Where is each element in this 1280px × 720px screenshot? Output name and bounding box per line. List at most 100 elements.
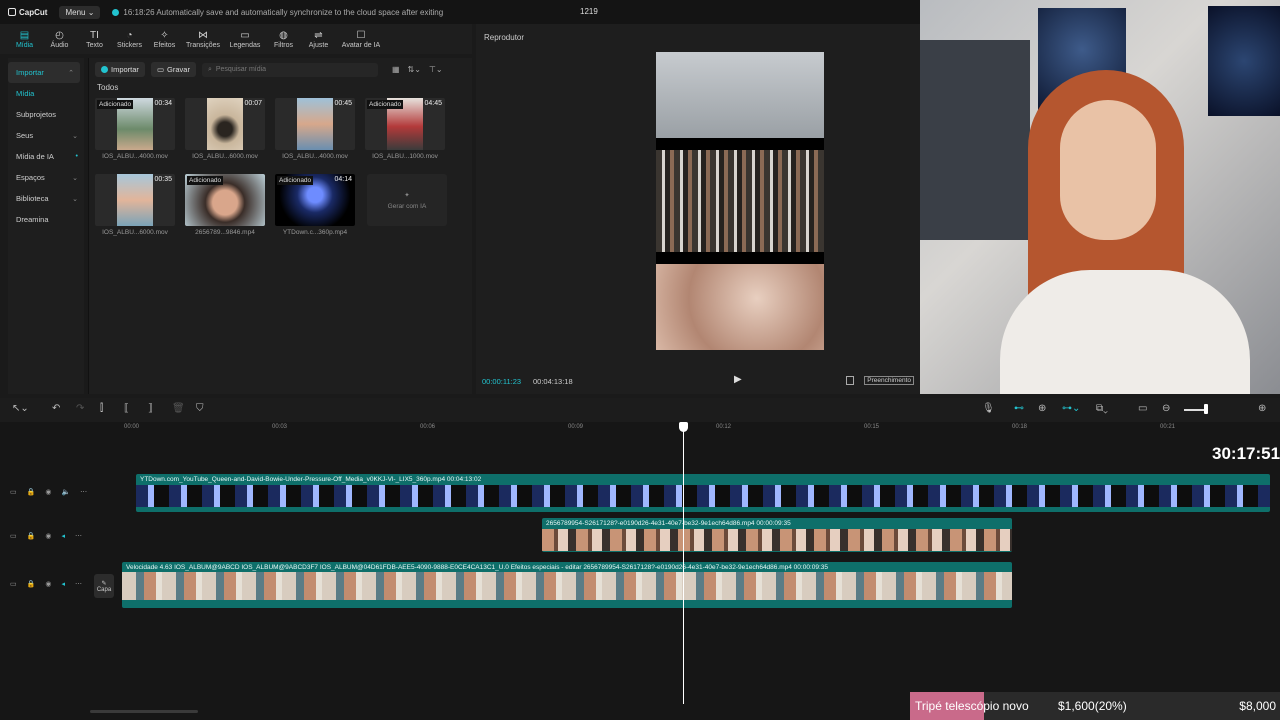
media-clip[interactable]: Adicionado 00:34 IOS_ALBU...4000.mov <box>95 98 175 160</box>
play-button[interactable]: ▶ <box>734 374 742 385</box>
speaker-icon[interactable]: 🔈 <box>61 488 70 496</box>
menu-button[interactable]: Menu ⌄ <box>59 5 101 19</box>
lock-icon[interactable]: 🔒 <box>27 580 36 588</box>
tab-ai-avatar[interactable]: ☐ Avatar de IA <box>337 24 385 54</box>
tab-audio[interactable]: ◴ Áudio <box>43 24 76 54</box>
media-clip[interactable]: Adicionado 04:45 IOS_ALBU...1000.mov <box>365 98 445 160</box>
timeline-clip-queen[interactable]: YTDown.com_YouTube_Queen-and-David-Bowie… <box>136 474 1270 512</box>
timeline-clip-main[interactable]: Velocidade 4.63 IOS_ALBUM@9ABCD IOS_ALBU… <box>122 562 1012 608</box>
sidebar-item-subprojects[interactable]: Subprojetos <box>8 104 84 125</box>
media-clip[interactable]: 00:35 IOS_ALBU...6000.mov <box>95 174 175 236</box>
chevron-down-icon: ⌄ <box>72 132 78 140</box>
track-type-icon: ▭ <box>10 533 17 540</box>
cover-button[interactable]: ✎ Capa <box>94 574 114 598</box>
microphone-icon[interactable]: 🎙 <box>982 403 995 414</box>
media-clip[interactable]: Adicionado 04:14 YTDown.c...360p.mp4 <box>275 174 355 236</box>
save-status: 16:18:26 Automatically save and automati… <box>112 8 443 17</box>
zoom-slider-handle[interactable] <box>1204 404 1208 414</box>
record-button[interactable]: ▭ Gravar <box>150 62 196 77</box>
tab-transitions[interactable]: ⋈ Transições <box>183 24 223 54</box>
media-clip[interactable]: 00:07 IOS_ALBU...6000.mov <box>185 98 265 160</box>
top-bar: CapCut Menu ⌄ 16:18:26 Automatically sav… <box>0 0 920 24</box>
eye-icon[interactable]: ◉ <box>45 488 51 496</box>
redo-icon[interactable]: ↷ <box>76 403 84 414</box>
lock-icon[interactable]: 🔒 <box>27 532 36 540</box>
media-clip[interactable]: 00:45 IOS_ALBU...4000.mov <box>275 98 355 160</box>
more-icon[interactable]: ⋯ <box>75 580 82 588</box>
delete-icon[interactable]: 🗑 <box>172 403 185 414</box>
asset-toolbar: ▤ Mídia ◴ Áudio TI Texto ◔ Stickers ✧ Efeitos… <box>0 24 472 54</box>
preview-axis-icon[interactable]: ⊶⌄ <box>1062 403 1080 414</box>
clip-name: IOS_ALBU...6000.mov <box>102 229 168 236</box>
eye-icon[interactable]: ◉ <box>45 532 51 540</box>
track-controls: ▭ 🔒 ◉ ◂ ⋯ <box>10 580 86 588</box>
timeline-scrollbar[interactable] <box>90 710 198 713</box>
webcam-person-shirt <box>1000 270 1250 394</box>
media-clip[interactable]: Adicionado 2656789...9846.mp4 <box>185 174 265 236</box>
snap-icon[interactable]: ⧉⌄ <box>1096 403 1108 414</box>
playhead[interactable] <box>683 422 684 704</box>
tab-adjust[interactable]: ⇌ Ajuste <box>302 24 335 54</box>
ruler-tick: 00:09 <box>568 424 584 430</box>
sidebar-item-ai-media[interactable]: Mídia de IA • <box>8 146 84 167</box>
split-icon[interactable]: ⫿ <box>100 403 103 414</box>
tab-text[interactable]: TI Texto <box>78 24 111 54</box>
video-preview[interactable] <box>656 52 824 350</box>
import-label: Importar <box>111 65 139 74</box>
import-button[interactable]: Importar <box>95 62 145 77</box>
track-type-icon: ▭ <box>10 489 17 496</box>
preview-frame-hands <box>656 264 824 350</box>
tab-stickers[interactable]: ◔ Stickers <box>113 24 146 54</box>
sort-icon[interactable]: ⇅⌄ <box>408 65 421 74</box>
media-sidebar: Importar ⌃ Mídia Subprojetos Seus ⌄ Mídia … <box>8 58 84 394</box>
clip-duration: 00:07 <box>244 100 262 107</box>
tab-media[interactable]: ▤ Mídia <box>8 24 41 54</box>
more-icon[interactable]: ⋯ <box>80 488 87 496</box>
fill-mode-button[interactable]: Preenchimento <box>864 376 914 385</box>
tab-captions[interactable]: ▭ Legendas <box>225 24 265 54</box>
ruler-tick: 00:03 <box>272 424 288 430</box>
sidebar-item-import[interactable]: Importar ⌃ <box>8 62 80 83</box>
chevron-up-icon: ⌃ <box>68 69 74 77</box>
eye-icon[interactable]: ◉ <box>45 580 51 588</box>
clip-label: YTDown.com_YouTube_Queen-and-David-Bowie… <box>140 476 482 483</box>
captions-track-icon[interactable]: ▭ <box>1138 403 1147 414</box>
undo-icon[interactable]: ↶ <box>52 403 60 414</box>
select-tool-icon[interactable]: ↖⌄ <box>12 403 29 414</box>
sidebar-item-media[interactable]: Mídia <box>8 83 84 104</box>
sidebar-item-dreamina[interactable]: Dreamina <box>8 209 84 230</box>
app-name: CapCut <box>19 7 48 17</box>
tab-effects[interactable]: ✧ Efeitos <box>148 24 181 54</box>
track-controls: ▭ 🔒 ◉ ◂ ⋯ <box>10 532 86 540</box>
more-icon[interactable]: ⋯ <box>75 532 82 540</box>
added-badge: Adicionado <box>187 176 224 185</box>
generate-ai-tile[interactable]: ✦ Gerar com IA <box>367 174 447 226</box>
clip-name: IOS_ALBU...1000.mov <box>372 153 438 160</box>
magnet-icon[interactable]: ⊷ <box>1014 403 1024 414</box>
generate-ai-box: ✦ Gerar com IA <box>367 174 447 226</box>
sidebar-item-yours[interactable]: Seus ⌄ <box>8 125 84 146</box>
grid-view-icon[interactable]: ▦ <box>392 65 400 74</box>
split-left-icon[interactable]: ⟦ <box>124 403 129 414</box>
clip-duration: 00:45 <box>334 100 352 107</box>
media-search-input[interactable]: ⌕ Pesquisar mídia <box>201 62 378 77</box>
generate-ai-label: Gerar com IA <box>387 202 427 210</box>
filter-icon[interactable]: ⊤⌄ <box>429 65 443 74</box>
zoom-out-icon[interactable]: ⊖ <box>1162 403 1170 414</box>
project-title[interactable]: 1219 <box>580 7 598 16</box>
playhead-handle[interactable] <box>679 422 688 432</box>
sidebar-item-spaces[interactable]: Espaços ⌄ <box>8 167 84 188</box>
zoom-fit-icon[interactable]: ⊕ <box>1258 403 1266 414</box>
tab-filters[interactable]: ◍ Filtros <box>267 24 300 54</box>
aspect-ratio-icon[interactable] <box>846 376 854 385</box>
speaker-icon[interactable]: ◂ <box>61 580 65 588</box>
link-icon[interactable]: ⊕ <box>1038 403 1046 414</box>
donation-goal-bar: Tripé telescópio novo $1,600(20%) $8,000 <box>910 692 1280 720</box>
sidebar-item-library[interactable]: Biblioteca ⌄ <box>8 188 84 209</box>
marker-icon[interactable]: ⛉ <box>196 403 204 414</box>
timeline-clip-overlay[interactable]: 2656789954-S2617128?-e0190d26-4e31-40e7-… <box>542 518 1012 552</box>
speaker-icon[interactable]: ◂ <box>61 532 65 540</box>
lock-icon[interactable]: 🔒 <box>27 488 36 496</box>
sidebar-item-label: Mídia <box>16 89 35 98</box>
split-right-icon[interactable]: ⟧ <box>148 403 153 414</box>
